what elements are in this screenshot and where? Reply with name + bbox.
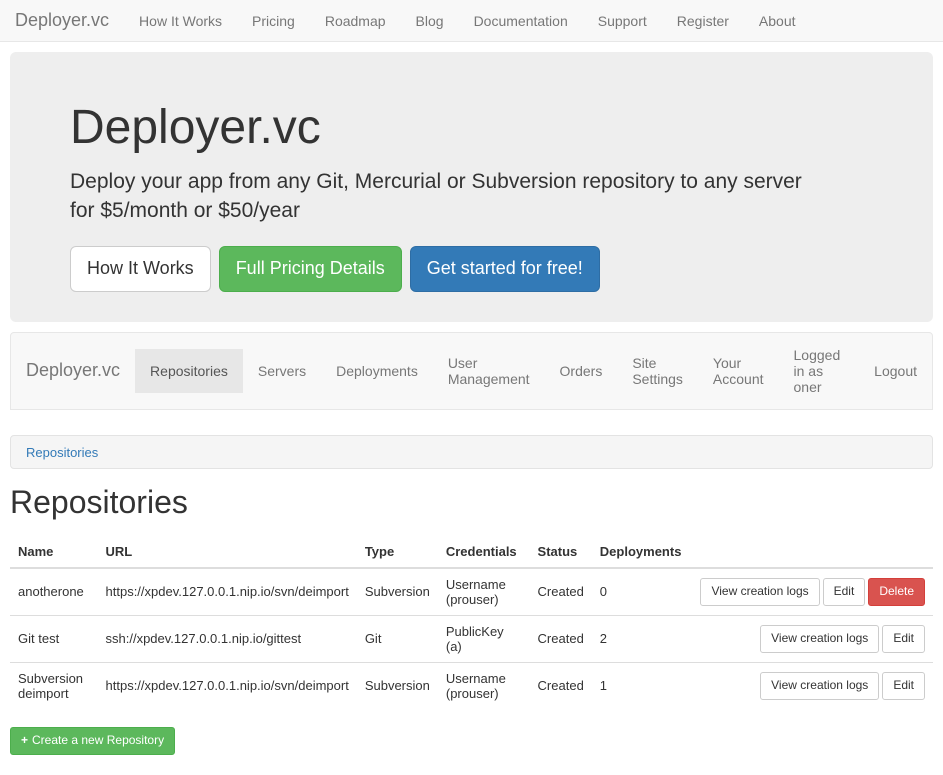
view-logs-button[interactable]: View creation logs — [760, 625, 879, 653]
how-it-works-button[interactable]: How It Works — [70, 246, 211, 292]
th-name: Name — [10, 536, 98, 568]
cell-deployments: 1 — [592, 662, 690, 709]
topnav-pricing[interactable]: Pricing — [237, 3, 310, 39]
hero-jumbotron: Deployer.vc Deploy your app from any Git… — [10, 52, 933, 322]
top-navbar: Deployer.vc How It Works Pricing Roadmap… — [0, 0, 943, 42]
breadcrumb-repositories[interactable]: Repositories — [26, 445, 98, 460]
topnav-how-it-works[interactable]: How It Works — [124, 3, 237, 39]
view-logs-button[interactable]: View creation logs — [700, 578, 819, 606]
cell-url: https://xpdev.127.0.0.1.nip.io/svn/deimp… — [98, 568, 357, 616]
cell-url: https://xpdev.127.0.0.1.nip.io/svn/deimp… — [98, 662, 357, 709]
cell-actions: View creation logsEditDelete — [689, 568, 933, 616]
table-row: anotheronehttps://xpdev.127.0.0.1.nip.io… — [10, 568, 933, 616]
cell-status: Created — [530, 568, 592, 616]
th-url: URL — [98, 536, 357, 568]
view-logs-button[interactable]: View creation logs — [760, 672, 879, 700]
cell-credentials: Username (prouser) — [438, 568, 530, 616]
subnav-deployments[interactable]: Deployments — [321, 349, 433, 393]
cell-credentials: Username (prouser) — [438, 662, 530, 709]
th-type: Type — [357, 536, 438, 568]
hero-title: Deployer.vc — [70, 100, 873, 155]
hero-subtitle: Deploy your app from any Git, Mercurial … — [70, 167, 830, 226]
cell-name: anotherone — [10, 568, 98, 616]
subnav-brand[interactable]: Deployer.vc — [11, 348, 135, 393]
topnav-register[interactable]: Register — [662, 3, 744, 39]
subnav-user-management[interactable]: User Management — [433, 341, 545, 401]
repositories-table: Name URL Type Credentials Status Deploym… — [10, 536, 933, 709]
subnav-logout[interactable]: Logout — [859, 349, 932, 393]
delete-button[interactable]: Delete — [868, 578, 925, 606]
hero-button-row: How It Works Full Pricing Details Get st… — [70, 246, 873, 292]
get-started-button[interactable]: Get started for free! — [410, 246, 600, 292]
th-deployments: Deployments — [592, 536, 690, 568]
table-row: Git testssh://xpdev.127.0.0.1.nip.io/git… — [10, 615, 933, 662]
cell-status: Created — [530, 615, 592, 662]
edit-button[interactable]: Edit — [823, 578, 866, 606]
subnav-repositories[interactable]: Repositories — [135, 349, 243, 393]
topnav-support[interactable]: Support — [583, 3, 662, 39]
cell-actions: View creation logsEdit — [689, 615, 933, 662]
main-content: Repositories Repositories Name URL Type … — [0, 410, 943, 775]
cell-status: Created — [530, 662, 592, 709]
edit-button[interactable]: Edit — [882, 625, 925, 653]
cell-deployments: 0 — [592, 568, 690, 616]
topnav-about[interactable]: About — [744, 3, 811, 39]
topnav-documentation[interactable]: Documentation — [459, 3, 583, 39]
topnav-roadmap[interactable]: Roadmap — [310, 3, 401, 39]
topnav-blog[interactable]: Blog — [401, 3, 459, 39]
cell-actions: View creation logsEdit — [689, 662, 933, 709]
plus-icon: + — [21, 733, 28, 747]
th-status: Status — [530, 536, 592, 568]
cell-type: Subversion — [357, 662, 438, 709]
th-actions — [689, 536, 933, 568]
cell-deployments: 2 — [592, 615, 690, 662]
th-credentials: Credentials — [438, 536, 530, 568]
cell-credentials: PublicKey (a) — [438, 615, 530, 662]
table-row: Subversion deimporthttps://xpdev.127.0.0… — [10, 662, 933, 709]
sub-navbar: Deployer.vc Repositories Servers Deploym… — [10, 332, 933, 410]
subnav-site-settings[interactable]: Site Settings — [617, 341, 698, 401]
cell-type: Subversion — [357, 568, 438, 616]
subnav-your-account[interactable]: Your Account — [698, 341, 779, 401]
cell-name: Git test — [10, 615, 98, 662]
create-repository-button[interactable]: + Create a new Repository — [10, 727, 175, 755]
subnav-logged-in[interactable]: Logged in as oner — [779, 333, 860, 409]
page-title: Repositories — [10, 484, 933, 521]
create-repository-label: Create a new Repository — [32, 733, 164, 747]
subnav-orders[interactable]: Orders — [545, 349, 618, 393]
cell-url: ssh://xpdev.127.0.0.1.nip.io/gittest — [98, 615, 357, 662]
cell-type: Git — [357, 615, 438, 662]
cell-name: Subversion deimport — [10, 662, 98, 709]
full-pricing-button[interactable]: Full Pricing Details — [219, 246, 402, 292]
subnav-servers[interactable]: Servers — [243, 349, 321, 393]
edit-button[interactable]: Edit — [882, 672, 925, 700]
breadcrumb: Repositories — [10, 435, 933, 469]
top-brand[interactable]: Deployer.vc — [15, 0, 124, 41]
